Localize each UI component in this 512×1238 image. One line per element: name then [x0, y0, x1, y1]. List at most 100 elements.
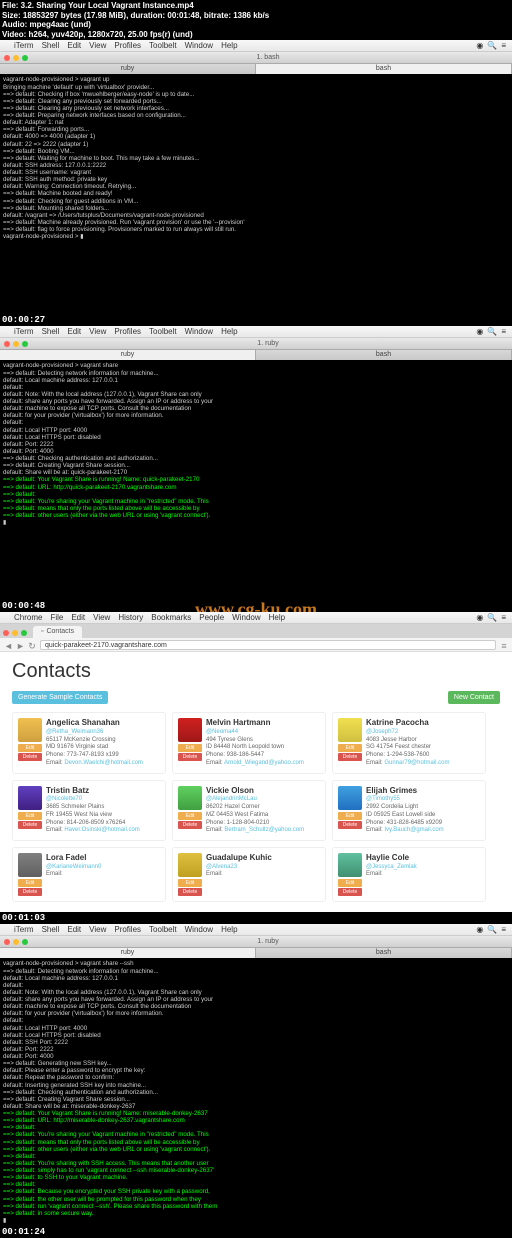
terminal-output[interactable]: vagrant-node-provisioned > vagrant share…: [0, 360, 512, 600]
menu-item[interactable]: Bookmarks: [151, 613, 191, 622]
new-contact-button[interactable]: New Contact: [448, 691, 500, 704]
menu-item[interactable]: Shell: [42, 41, 60, 50]
terminal-output[interactable]: vagrant-node-provisioned > vagrant upBri…: [0, 74, 512, 314]
wifi-icon[interactable]: ◉: [476, 41, 483, 50]
menu-item[interactable]: View: [93, 613, 110, 622]
reload-icon[interactable]: ↻: [28, 641, 36, 649]
close-icon[interactable]: [4, 55, 10, 61]
menu-item[interactable]: History: [118, 613, 143, 622]
minimize-icon[interactable]: [13, 341, 19, 347]
contact-handle[interactable]: @Jessyca_Zemlak: [366, 864, 480, 872]
contact-handle[interactable]: @Alvena23: [206, 864, 320, 872]
search-icon[interactable]: 🔍: [487, 925, 497, 934]
delete-button[interactable]: Delete: [178, 753, 202, 761]
menu-item[interactable]: Edit: [67, 41, 81, 50]
contact-handle[interactable]: @Joseph72: [366, 729, 480, 737]
menu-item[interactable]: Toolbelt: [149, 925, 177, 934]
contact-handle[interactable]: @AlejandrinMcLau: [206, 796, 320, 804]
forward-icon[interactable]: ►: [16, 641, 24, 649]
menu-item[interactable]: Window: [185, 41, 213, 50]
search-icon[interactable]: 🔍: [487, 613, 497, 622]
menu-icon[interactable]: ≡: [501, 41, 506, 50]
wifi-icon[interactable]: ◉: [476, 613, 483, 622]
menu-item[interactable]: Toolbelt: [149, 41, 177, 50]
menu-item[interactable]: Shell: [42, 925, 60, 934]
delete-button[interactable]: Delete: [18, 821, 42, 829]
edit-button[interactable]: Edit: [338, 812, 362, 820]
menu-item[interactable]: Help: [221, 327, 237, 336]
edit-button[interactable]: Edit: [18, 879, 42, 887]
menu-item[interactable]: View: [89, 41, 106, 50]
tab-bash[interactable]: bash: [256, 64, 512, 74]
menu-item[interactable]: People: [199, 613, 224, 622]
menu-item[interactable]: iTerm: [14, 41, 34, 50]
menu-item[interactable]: File: [50, 613, 63, 622]
edit-button[interactable]: Edit: [338, 744, 362, 752]
menu-item[interactable]: Help: [269, 613, 285, 622]
close-icon[interactable]: [3, 630, 9, 636]
menu-icon[interactable]: ≡: [501, 613, 506, 622]
close-icon[interactable]: [4, 939, 10, 945]
browser-tab[interactable]: ▫ Contacts: [33, 626, 82, 638]
edit-button[interactable]: Edit: [178, 812, 202, 820]
minimize-icon[interactable]: [12, 630, 18, 636]
tab-ruby[interactable]: ruby: [0, 948, 256, 958]
menu-item[interactable]: Help: [221, 925, 237, 934]
delete-button[interactable]: Delete: [178, 888, 202, 896]
wifi-icon[interactable]: ◉: [476, 327, 483, 336]
menu-item[interactable]: Edit: [71, 613, 85, 622]
delete-button[interactable]: Delete: [18, 753, 42, 761]
maximize-icon[interactable]: [21, 630, 27, 636]
menu-item[interactable]: Window: [232, 613, 260, 622]
contact-handle[interactable]: @Timothy55: [366, 796, 480, 804]
delete-button[interactable]: Delete: [338, 821, 362, 829]
menu-item[interactable]: View: [89, 327, 106, 336]
menu-item[interactable]: iTerm: [14, 327, 34, 336]
terminal-output[interactable]: vagrant-node-provisioned > vagrant share…: [0, 958, 512, 1226]
contact-handle[interactable]: @KarianeWeimann0: [46, 864, 160, 872]
menu-item[interactable]: Profiles: [114, 327, 141, 336]
search-icon[interactable]: 🔍: [487, 41, 497, 50]
edit-button[interactable]: Edit: [18, 744, 42, 752]
contact-handle[interactable]: @Neoma44: [206, 729, 320, 737]
menu-item[interactable]: iTerm: [14, 925, 34, 934]
menu-item[interactable]: Help: [221, 41, 237, 50]
menu-item[interactable]: Shell: [42, 327, 60, 336]
edit-button[interactable]: Edit: [338, 879, 362, 887]
menu-icon[interactable]: ≡: [501, 925, 506, 934]
delete-button[interactable]: Delete: [338, 753, 362, 761]
contact-handle[interactable]: @Nicolette70: [46, 796, 160, 804]
delete-button[interactable]: Delete: [338, 888, 362, 896]
menu-item[interactable]: Toolbelt: [149, 327, 177, 336]
menu-item[interactable]: Chrome: [14, 613, 42, 622]
maximize-icon[interactable]: [22, 939, 28, 945]
tab-ruby[interactable]: ruby: [0, 64, 256, 74]
delete-button[interactable]: Delete: [178, 821, 202, 829]
menu-icon[interactable]: ≡: [500, 641, 508, 649]
edit-button[interactable]: Edit: [18, 812, 42, 820]
search-icon[interactable]: 🔍: [487, 327, 497, 336]
menu-item[interactable]: Profiles: [114, 41, 141, 50]
url-field[interactable]: quick-parakeet-2170.vagrantshare.com: [40, 640, 496, 650]
contact-handle[interactable]: @Retha_Weimann36: [46, 729, 160, 737]
back-icon[interactable]: ◄: [4, 641, 12, 649]
tab-ruby[interactable]: ruby: [0, 350, 256, 360]
wifi-icon[interactable]: ◉: [476, 925, 483, 934]
tab-bash[interactable]: bash: [256, 350, 512, 360]
menu-item[interactable]: Window: [185, 327, 213, 336]
menu-item[interactable]: View: [89, 925, 106, 934]
delete-button[interactable]: Delete: [18, 888, 42, 896]
menu-icon[interactable]: ≡: [501, 327, 506, 336]
edit-button[interactable]: Edit: [178, 744, 202, 752]
generate-contacts-button[interactable]: Generate Sample Contacts: [12, 691, 108, 704]
menu-item[interactable]: Edit: [67, 327, 81, 336]
edit-button[interactable]: Edit: [178, 879, 202, 887]
menu-item[interactable]: Profiles: [114, 925, 141, 934]
menu-item[interactable]: Edit: [67, 925, 81, 934]
maximize-icon[interactable]: [22, 341, 28, 347]
maximize-icon[interactable]: [22, 55, 28, 61]
close-icon[interactable]: [4, 341, 10, 347]
tab-bash[interactable]: bash: [256, 948, 512, 958]
minimize-icon[interactable]: [13, 939, 19, 945]
minimize-icon[interactable]: [13, 55, 19, 61]
